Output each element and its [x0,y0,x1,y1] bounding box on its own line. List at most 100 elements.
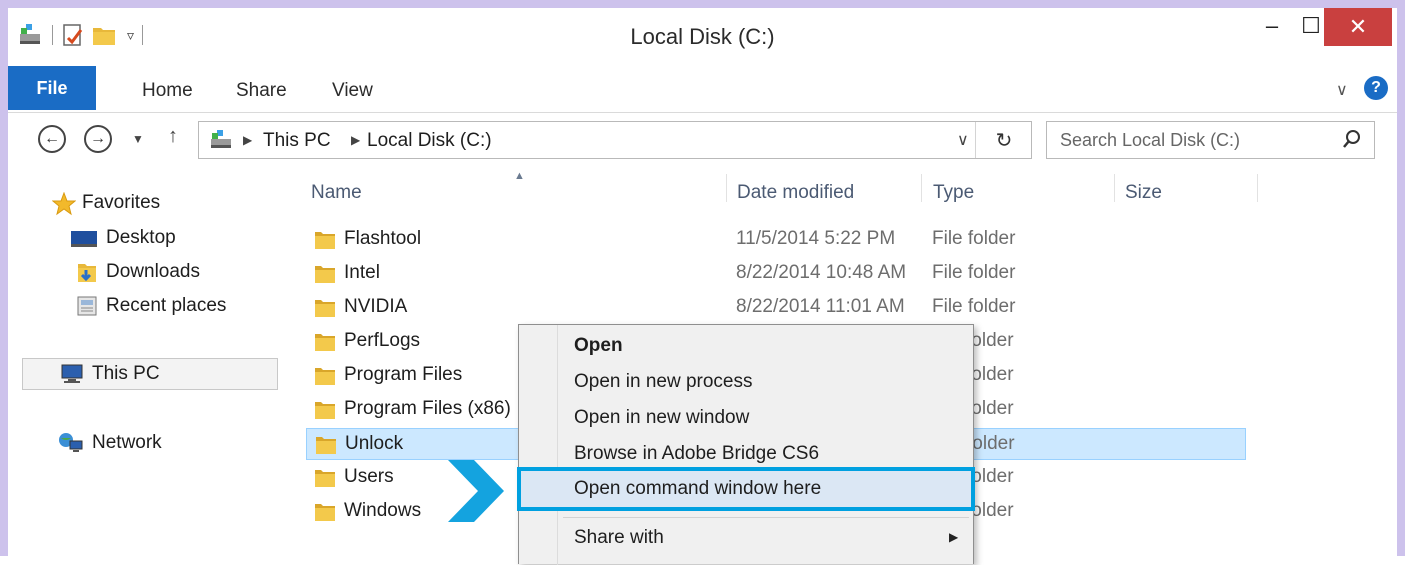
help-icon[interactable]: ? [1364,76,1388,100]
file-type: folder [967,433,1015,454]
navigation-bar: ← → ▼ ↑ ▶ This PC ▶ Local Disk (C:) ∨ ↻ … [8,113,1397,167]
folder-icon [315,435,337,455]
address-bar[interactable]: ▶ This PC ▶ Local Disk (C:) ∨ ↻ [198,121,1032,159]
file-name: NVIDIA [344,296,408,317]
properties-icon[interactable] [61,22,85,48]
recent-places-icon [76,295,98,317]
star-icon [51,191,77,216]
file-name: Program Files [344,364,463,385]
address-dropdown-icon[interactable]: ∨ [957,130,969,150]
drive-icon[interactable] [18,22,44,48]
expand-ribbon-icon[interactable]: ∨ [1336,80,1348,100]
menu-item-label: Open [574,335,623,356]
sidebar-label: Downloads [106,261,200,282]
file-name: PerfLogs [344,330,421,351]
quick-access-toolbar: ▿ [18,20,151,50]
file-name: Intel [344,262,380,283]
sidebar-label: Desktop [106,227,176,248]
tab-share[interactable]: Share [222,74,301,108]
column-divider[interactable] [921,174,922,202]
breadcrumb-chevron-icon[interactable]: ▶ [351,133,360,147]
desktop-icon [70,227,98,249]
menu-item-label: Open in new window [574,407,750,428]
column-divider[interactable] [1257,174,1258,202]
new-folder-icon[interactable] [91,22,117,48]
breadcrumb-local-disk[interactable]: Local Disk (C:) [367,130,492,152]
file-name: Users [344,466,394,487]
folder-icon [314,502,336,522]
minimize-button[interactable]: – [1252,8,1292,44]
sidebar-item-this-pc[interactable]: This PC [58,359,160,389]
downloads-folder-icon [76,261,98,283]
column-divider[interactable] [1114,174,1115,202]
column-header-date-modified[interactable]: Date modified [737,182,854,204]
sidebar-item-recent-places[interactable]: Recent places [76,291,226,321]
sidebar-label: Recent places [106,295,227,316]
toolbar-divider [142,25,144,45]
title-bar: ▿ Local Disk (C:) – ☐ ✕ [8,8,1397,66]
file-type: File folder [932,262,1016,283]
computer-icon [58,363,84,385]
chevron-pointer-icon [448,460,504,522]
folder-icon [314,230,336,250]
forward-arrow-icon[interactable]: → [84,125,112,153]
folder-icon [314,332,336,352]
tab-home[interactable]: Home [128,74,207,108]
file-name: Flashtool [344,228,422,249]
menu-item-label: Open in new process [574,371,753,392]
ribbon-tabs: File Home Share View ∨ ? [8,66,1397,113]
customize-dropdown-icon[interactable]: ▿ [127,27,134,44]
breadcrumb-chevron-icon[interactable]: ▶ [243,133,252,147]
submenu-arrow-icon: ▶ [949,530,959,544]
sidebar-item-favorites[interactable]: Favorites [51,188,161,218]
sidebar-item-desktop[interactable]: Desktop [70,223,176,253]
column-header-type[interactable]: Type [933,182,974,204]
folder-icon [314,366,336,386]
context-menu: Open Open in new process Open in new win… [517,324,975,565]
sidebar-label: Network [92,432,162,453]
sidebar-item-downloads[interactable]: Downloads [76,257,200,287]
file-name: Program Files (x86) [344,398,511,419]
close-button[interactable]: ✕ [1324,8,1392,46]
file-type: File folder [932,228,1016,249]
menu-item-label: Share with [574,527,664,548]
menu-item-share-with[interactable]: Share with ▶ [521,521,971,555]
folder-icon [314,298,336,318]
recent-locations-icon[interactable]: ▼ [132,132,144,146]
search-icon[interactable] [1341,128,1363,150]
network-icon [58,432,84,454]
file-date: 8/22/2014 11:01 AM [736,296,905,317]
search-box[interactable]: Search Local Disk (C:) [1046,121,1375,159]
sort-ascending-icon: ▲ [514,170,525,182]
folder-icon [314,264,336,284]
sidebar-item-network[interactable]: Network [58,428,162,458]
search-placeholder: Search Local Disk (C:) [1060,130,1241,150]
drive-icon [209,128,235,157]
sidebar-label: Favorites [82,192,161,213]
column-divider[interactable] [726,174,727,202]
tab-file[interactable]: File [8,66,96,110]
menu-item-open-command-window[interactable]: Open command window here [517,467,975,511]
menu-item-open-in-new-window[interactable]: Open in new window [521,401,971,435]
menu-item-label: Browse in Adobe Bridge CS6 [574,443,820,464]
menu-item-browse-in-adobe-bridge[interactable]: Browse in Adobe Bridge CS6 [521,437,971,471]
table-row[interactable]: NVIDIA 8/22/2014 11:01 AM File folder [306,292,1246,324]
folder-icon [314,400,336,420]
column-header-name[interactable]: Name [311,182,362,204]
table-row[interactable]: Flashtool 11/5/2014 5:22 PM File folder [306,224,1246,256]
explorer-window: ▿ Local Disk (C:) – ☐ ✕ File Home Share … [0,0,1405,565]
refresh-icon[interactable]: ↻ [975,122,1032,158]
table-row[interactable]: Intel 8/22/2014 10:48 AM File folder [306,258,1246,290]
column-header-size[interactable]: Size [1125,182,1162,204]
menu-item-open-in-new-process[interactable]: Open in new process [521,365,971,399]
file-date: 11/5/2014 5:22 PM [736,228,896,249]
tab-view[interactable]: View [318,74,387,108]
sidebar-label: This PC [92,363,160,384]
menu-item-open[interactable]: Open [521,329,971,363]
file-name: Unlock [345,433,404,454]
navigation-pane: Favorites Desktop Downloads Recent place… [8,168,292,556]
menu-separator [563,517,969,518]
back-arrow-icon[interactable]: ← [38,125,66,153]
breadcrumb-this-pc[interactable]: This PC [263,130,331,152]
up-arrow-icon[interactable]: ↑ [168,125,178,148]
